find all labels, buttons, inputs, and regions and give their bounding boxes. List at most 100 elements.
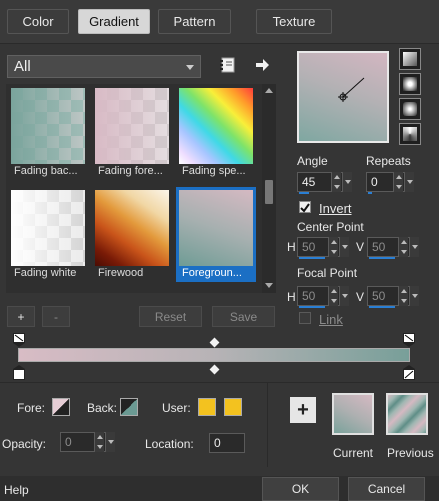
- previous-gradient-swatch[interactable]: [386, 393, 428, 435]
- focal-v-slider-bar[interactable]: [369, 306, 395, 308]
- focal-v-label: V: [356, 290, 365, 304]
- preset-label: Fading white: [14, 267, 77, 279]
- spin-icon[interactable]: [328, 286, 338, 306]
- preset-label: Foregroun...: [182, 267, 242, 279]
- help-link[interactable]: Help: [4, 483, 29, 497]
- focal-h-label: H: [287, 290, 296, 304]
- current-label: Current: [333, 446, 374, 460]
- style-radial-button[interactable]: [399, 123, 421, 145]
- opacity-value: 0: [65, 435, 72, 449]
- scrollbar-thumb[interactable]: [265, 180, 273, 204]
- fore-label: Fore:: [17, 401, 46, 415]
- save-preset-button[interactable]: Save: [212, 306, 275, 327]
- angle-stepper[interactable]: 45: [297, 172, 352, 194]
- chevron-down-icon[interactable]: [409, 237, 419, 257]
- location-field[interactable]: 0: [209, 433, 245, 453]
- location-value: 0: [214, 436, 221, 450]
- center-h-stepper[interactable]: 50: [297, 237, 349, 259]
- spin-icon[interactable]: [398, 237, 408, 257]
- angle-handle-icon: [338, 77, 365, 102]
- add-swatch-button[interactable]: +: [290, 397, 316, 423]
- preset-swatch[interactable]: Fading spe...: [176, 85, 256, 180]
- chevron-down-icon: [186, 65, 194, 70]
- spin-icon[interactable]: [328, 237, 338, 257]
- spin-icon[interactable]: [331, 172, 341, 192]
- color-stop-icon: [13, 365, 25, 380]
- preset-thumbnail: [95, 190, 169, 266]
- spin-icon[interactable]: [398, 286, 408, 306]
- center-v-stepper[interactable]: 50: [367, 237, 419, 259]
- focal-v-value: 50: [372, 289, 386, 303]
- invert-checkbox[interactable]: [299, 201, 311, 213]
- spin-icon[interactable]: [393, 172, 403, 192]
- chevron-down-icon[interactable]: [409, 286, 419, 306]
- preset-swatch[interactable]: Fading fore...: [92, 85, 172, 180]
- gradient-bar[interactable]: [18, 348, 410, 362]
- style-linear-button[interactable]: [399, 48, 421, 70]
- chevron-down-icon[interactable]: [339, 237, 349, 257]
- tab-texture[interactable]: Texture: [256, 9, 332, 34]
- focal-point-label: Focal Point: [297, 266, 358, 280]
- add-preset-button[interactable]: +: [7, 306, 35, 327]
- opacity-stop-icon: [13, 333, 25, 347]
- scroll-up-icon[interactable]: [265, 88, 273, 94]
- gradient-preview[interactable]: [297, 51, 389, 143]
- preset-scrollbar[interactable]: [262, 84, 276, 293]
- tab-bar: Color Gradient Pattern Texture: [0, 0, 439, 44]
- preset-swatch[interactable]: Fading bac...: [8, 85, 88, 180]
- tab-gradient[interactable]: Gradient: [78, 9, 150, 34]
- preset-thumbnail: [11, 88, 85, 164]
- bottom-midpoint-marker[interactable]: [209, 364, 220, 375]
- user-swatch-a[interactable]: [198, 398, 216, 416]
- preset-export-button[interactable]: [250, 53, 274, 77]
- location-label: Location:: [145, 437, 194, 451]
- style-rectangular-button[interactable]: [399, 73, 421, 95]
- preset-label: Firewood: [98, 267, 144, 279]
- focal-v-stepper[interactable]: 50: [367, 286, 419, 308]
- reset-button[interactable]: Reset: [139, 306, 202, 327]
- fore-swatch[interactable]: [52, 398, 70, 416]
- repeats-stepper[interactable]: 0: [366, 172, 414, 194]
- preset-swatch-selected[interactable]: Foregroun...: [176, 187, 256, 282]
- top-midpoint-marker[interactable]: [209, 337, 220, 348]
- chevron-down-icon[interactable]: [404, 172, 414, 192]
- preset-book-button[interactable]: [216, 53, 240, 77]
- book-icon: [220, 57, 235, 73]
- tab-pattern[interactable]: Pattern: [158, 9, 231, 34]
- preset-grid: Fading bac... Fading fore... Fading spe.…: [6, 84, 276, 293]
- tab-color[interactable]: Color: [7, 9, 69, 34]
- link-checkbox[interactable]: [299, 312, 311, 324]
- chevron-down-icon[interactable]: [339, 286, 349, 306]
- plus-icon: +: [297, 398, 309, 421]
- style-sunburst-button[interactable]: [399, 98, 421, 120]
- center-v-slider-bar[interactable]: [369, 257, 395, 259]
- preset-swatch[interactable]: Fading white: [8, 187, 88, 282]
- rectangular-style-icon: [403, 77, 417, 91]
- angle-slider-bar[interactable]: [299, 192, 309, 194]
- scroll-down-icon[interactable]: [265, 283, 273, 289]
- ok-button[interactable]: OK: [262, 477, 339, 501]
- opacity-stepper[interactable]: 0: [60, 432, 115, 452]
- user-swatch-b[interactable]: [224, 398, 242, 416]
- repeats-slider-bar[interactable]: [368, 192, 372, 194]
- chevron-down-icon[interactable]: [342, 172, 352, 192]
- cancel-button[interactable]: Cancel: [348, 477, 425, 501]
- angle-value: 45: [302, 175, 316, 189]
- chevron-down-icon[interactable]: [105, 432, 115, 452]
- center-h-label: H: [287, 240, 296, 254]
- preset-thumbnail: [179, 88, 253, 164]
- center-h-slider-bar[interactable]: [299, 257, 325, 259]
- color-stop-icon: [403, 365, 415, 380]
- user-label: User:: [162, 401, 191, 415]
- focal-h-slider-bar[interactable]: [299, 306, 325, 308]
- preset-category-dropdown[interactable]: All: [7, 55, 201, 78]
- spin-icon[interactable]: [94, 432, 104, 452]
- remove-preset-button[interactable]: -: [42, 306, 70, 327]
- preset-swatch[interactable]: Firewood: [92, 187, 172, 282]
- preset-label: Fading fore...: [98, 165, 163, 177]
- back-swatch[interactable]: [120, 398, 138, 416]
- focal-h-stepper[interactable]: 50: [297, 286, 349, 308]
- center-h-value: 50: [302, 240, 316, 254]
- current-gradient-swatch[interactable]: [332, 393, 374, 435]
- divider: [267, 383, 268, 467]
